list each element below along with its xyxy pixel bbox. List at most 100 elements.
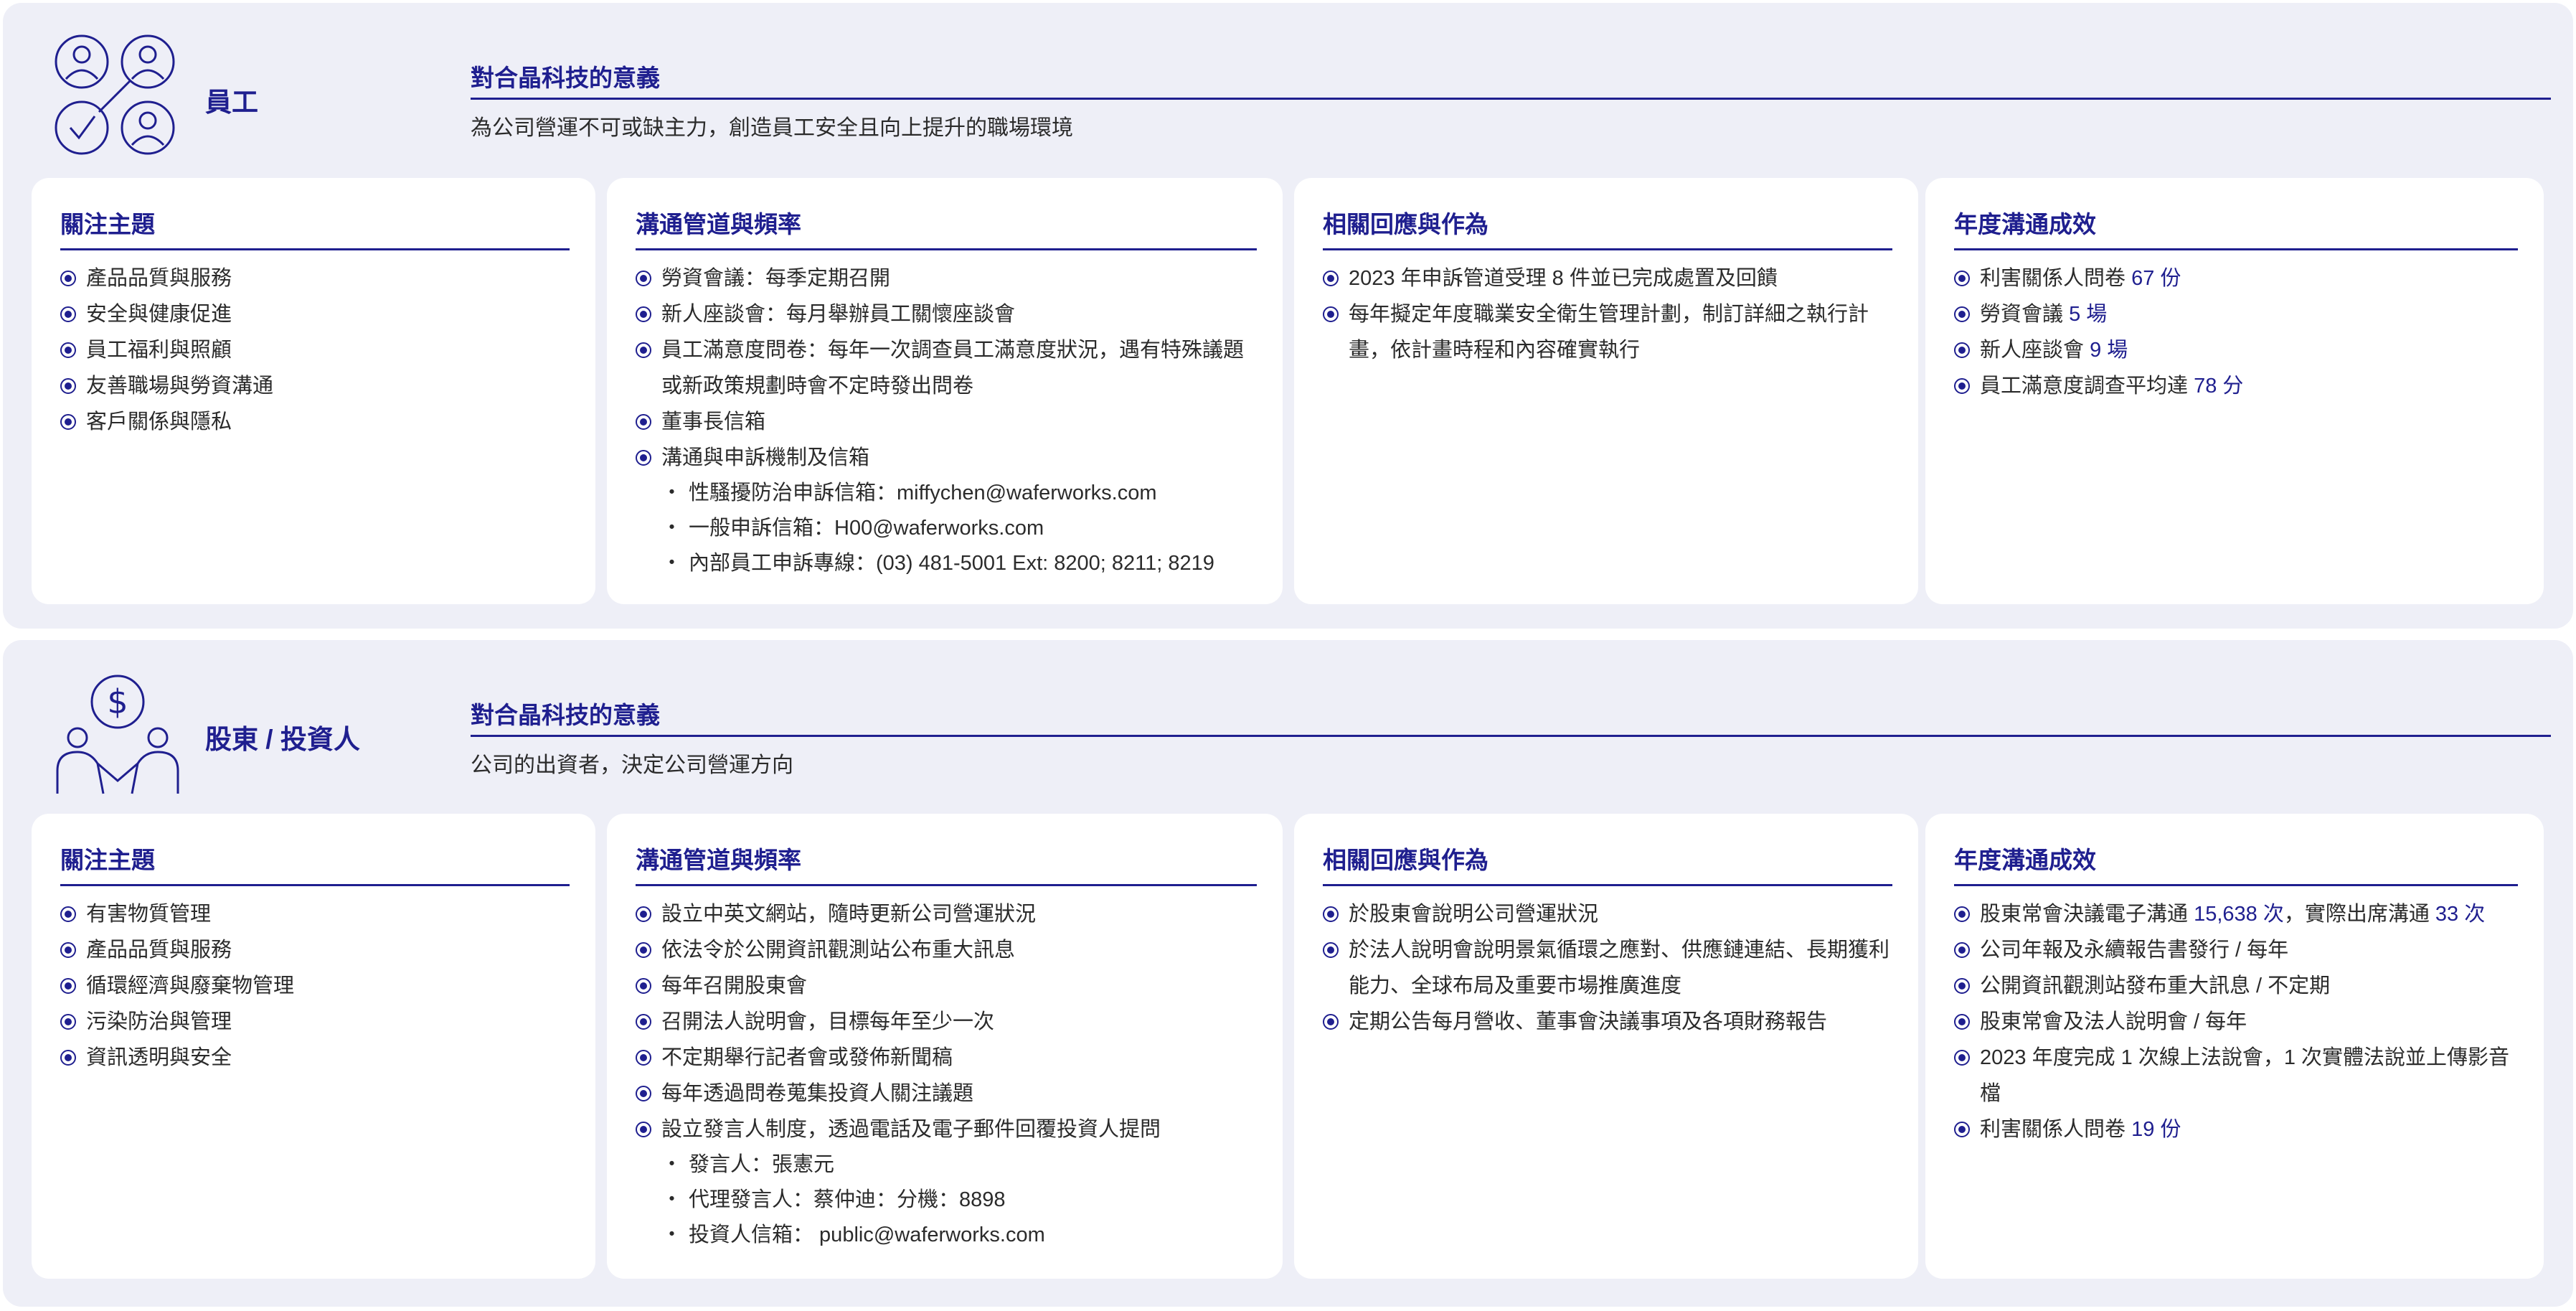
- list-item: 資訊透明與安全: [60, 1040, 570, 1076]
- result-value: 78 分: [2194, 375, 2244, 398]
- sub-list-item: 投資人信箱： public@waferworks.com: [661, 1218, 1257, 1253]
- list-item: 利害關係人問卷 67 份: [1954, 260, 2518, 296]
- radio-bullet-icon: [1323, 1014, 1339, 1030]
- card-title: 關注主題: [60, 841, 570, 886]
- responses-list: 2023 年申訴管道受理 8 件並已完成處置及回饋 每年擬定年度職業安全衛生管理…: [1323, 260, 1892, 368]
- significance-text: 為公司營運不可或缺主力，創造員工安全且向上提升的職場環境: [471, 116, 1073, 140]
- sub-list-item: 性騷擾防治申訴信箱：miffychen@waferworks.com: [661, 476, 1257, 511]
- radio-bullet-icon: [1954, 1014, 1970, 1030]
- radio-bullet-icon: [636, 1050, 651, 1066]
- list-item: 公開資訊觀測站發布重大訊息 / 不定期: [1954, 968, 2518, 1004]
- topics-card: 關注主題 產品品質與服務 安全與健康促進 員工福利與照顧 友善職場與勞資溝通 客…: [32, 178, 595, 604]
- list-item: 產品品質與服務: [60, 932, 570, 968]
- channels-card: 溝通管道與頻率 勞資會議：每季定期召開 新人座談會：每月舉辦員工關懷座談會 員工…: [607, 178, 1283, 604]
- radio-bullet-icon: [636, 306, 651, 322]
- list-item: 定期公告每月營收、董事會決議事項及各項財務報告: [1323, 1004, 1892, 1040]
- card-title: 年度溝通成效: [1954, 205, 2518, 250]
- list-item: 每年擬定年度職業安全衛生管理計劃，制訂詳細之執行計畫，依計畫時程和內容確實執行: [1323, 296, 1892, 368]
- list-item: 員工滿意度問卷：每年一次調查員工滿意度狀況，遇有特殊議題或新政策規劃時會不定時發…: [636, 332, 1257, 404]
- radio-bullet-icon: [60, 1050, 76, 1066]
- topics-card: 關注主題 有害物質管理 產品品質與服務 循環經濟與廢棄物管理 污染防治與管理 資…: [32, 814, 595, 1279]
- significance-block: 對合晶科技的意義 公司的出資者，決定公司營運方向: [471, 696, 2551, 779]
- card-title: 年度溝通成效: [1954, 841, 2518, 886]
- radio-bullet-icon: [60, 342, 76, 358]
- result-value: 33 次: [2435, 903, 2486, 926]
- radio-bullet-icon: [636, 271, 651, 286]
- list-item: 公司年報及永續報告書發行 / 每年: [1954, 932, 2518, 968]
- sub-list-item: 發言人：張憲元: [661, 1147, 1257, 1183]
- list-item: 勞資會議 5 場: [1954, 296, 2518, 332]
- sub-list: 發言人：張憲元 代理發言人：蔡仲迪：分機：8898 投資人信箱： public@…: [661, 1147, 1257, 1253]
- radio-bullet-icon: [636, 1014, 651, 1030]
- list-item: 有害物質管理: [60, 896, 570, 932]
- list-item: 董事長信箱: [636, 404, 1257, 440]
- list-item: 新人座談會 9 場: [1954, 332, 2518, 368]
- list-item: 友善職場與勞資溝通: [60, 368, 570, 404]
- radio-bullet-icon: [1954, 1122, 1970, 1137]
- radio-bullet-icon: [636, 906, 651, 922]
- significance-title: 對合晶科技的意義: [471, 59, 2551, 100]
- stakeholder-name: 員工: [205, 88, 258, 117]
- list-item: 溝通與申訴機制及信箱 性騷擾防治申訴信箱：miffychen@waferwork…: [636, 440, 1257, 581]
- radio-bullet-icon: [636, 978, 651, 994]
- responses-card: 相關回應與作為 2023 年申訴管道受理 8 件並已完成處置及回饋 每年擬定年度…: [1294, 178, 1918, 604]
- list-item: 召開法人說明會，目標每年至少一次: [636, 1004, 1257, 1040]
- investor-icon: $: [53, 670, 182, 799]
- sub-list: 性騷擾防治申訴信箱：miffychen@waferworks.com 一般申訴信…: [661, 476, 1257, 581]
- list-item: 客戶關係與隱私: [60, 404, 570, 440]
- radio-bullet-icon: [636, 1122, 651, 1137]
- radio-bullet-icon: [1954, 942, 1970, 958]
- radio-bullet-icon: [1954, 378, 1970, 394]
- list-item: 污染防治與管理: [60, 1004, 570, 1040]
- radio-bullet-icon: [60, 378, 76, 394]
- radio-bullet-icon: [636, 450, 651, 466]
- result-value: 67 份: [2131, 267, 2181, 290]
- list-item: 循環經濟與廢棄物管理: [60, 968, 570, 1004]
- svg-text:$: $: [107, 682, 128, 721]
- card-title: 關注主題: [60, 205, 570, 250]
- radio-bullet-icon: [1323, 271, 1339, 286]
- list-item: 不定期舉行記者會或發佈新聞稿: [636, 1040, 1257, 1076]
- radio-bullet-icon: [1954, 1050, 1970, 1066]
- list-item: 2023 年度完成 1 次線上法說會，1 次實體法說並上傳影音檔: [1954, 1040, 2518, 1112]
- radio-bullet-icon: [60, 414, 76, 430]
- card-title: 相關回應與作為: [1323, 841, 1892, 886]
- radio-bullet-icon: [1954, 978, 1970, 994]
- radio-bullet-icon: [60, 1014, 76, 1030]
- result-value: 15,638 次: [2194, 903, 2284, 926]
- radio-bullet-icon: [1954, 306, 1970, 322]
- list-item: 於股東會說明公司營運狀況: [1323, 896, 1892, 932]
- sub-list-item: 內部員工申訴專線：(03) 481-5001 Ext: 8200; 8211; …: [661, 546, 1257, 581]
- radio-bullet-icon: [1954, 271, 1970, 286]
- card-title: 相關回應與作為: [1323, 205, 1892, 250]
- stakeholder-section-investors: $ 股東 / 投資人 對合晶科技的意義 公司的出資者，決定公司營運方向 關注主題…: [3, 640, 2573, 1307]
- radio-bullet-icon: [1323, 306, 1339, 322]
- sub-list-item: 一般申訴信箱：H00@waferworks.com: [661, 511, 1257, 546]
- channels-list: 設立中英文網站，隨時更新公司營運狀況 依法令於公開資訊觀測站公布重大訊息 每年召…: [636, 896, 1257, 1253]
- list-item: 於法人說明會說明景氣循環之應對、供應鏈連結、長期獲利能力、全球布局及重要市場推廣…: [1323, 932, 1892, 1004]
- list-item: 員工福利與照顧: [60, 332, 570, 368]
- responses-list: 於股東會說明公司營運狀況 於法人說明會說明景氣循環之應對、供應鏈連結、長期獲利能…: [1323, 896, 1892, 1040]
- significance-title: 對合晶科技的意義: [471, 696, 2551, 737]
- stakeholder-section-employees: 員工 對合晶科技的意義 為公司營運不可或缺主力，創造員工安全且向上提升的職場環境…: [3, 3, 2573, 629]
- card-title: 溝通管道與頻率: [636, 841, 1257, 886]
- radio-bullet-icon: [636, 942, 651, 958]
- list-item: 設立中英文網站，隨時更新公司營運狀況: [636, 896, 1257, 932]
- results-list: 利害關係人問卷 67 份 勞資會議 5 場 新人座談會 9 場 員工滿意度調查平…: [1954, 260, 2518, 404]
- result-value: 5 場: [2069, 303, 2108, 326]
- list-item: 股東常會及法人說明會 / 每年: [1954, 1004, 2518, 1040]
- list-item: 勞資會議：每季定期召開: [636, 260, 1257, 296]
- employees-icon: [53, 33, 182, 162]
- list-item: 每年召開股東會: [636, 968, 1257, 1004]
- results-card: 年度溝通成效 股東常會決議電子溝通 15,638 次，實際出席溝通 33 次 公…: [1925, 814, 2544, 1279]
- card-title: 溝通管道與頻率: [636, 205, 1257, 250]
- list-item: 員工滿意度調查平均達 78 分: [1954, 368, 2518, 404]
- radio-bullet-icon: [1954, 342, 1970, 358]
- list-item: 股東常會決議電子溝通 15,638 次，實際出席溝通 33 次: [1954, 896, 2518, 932]
- list-item: 利害關係人問卷 19 份: [1954, 1112, 2518, 1147]
- list-item: 設立發言人制度，透過電話及電子郵件回覆投資人提問 發言人：張憲元 代理發言人：蔡…: [636, 1112, 1257, 1253]
- radio-bullet-icon: [60, 306, 76, 322]
- list-item: 新人座談會：每月舉辦員工關懷座談會: [636, 296, 1257, 332]
- result-value: 9 場: [2090, 339, 2128, 362]
- radio-bullet-icon: [636, 342, 651, 358]
